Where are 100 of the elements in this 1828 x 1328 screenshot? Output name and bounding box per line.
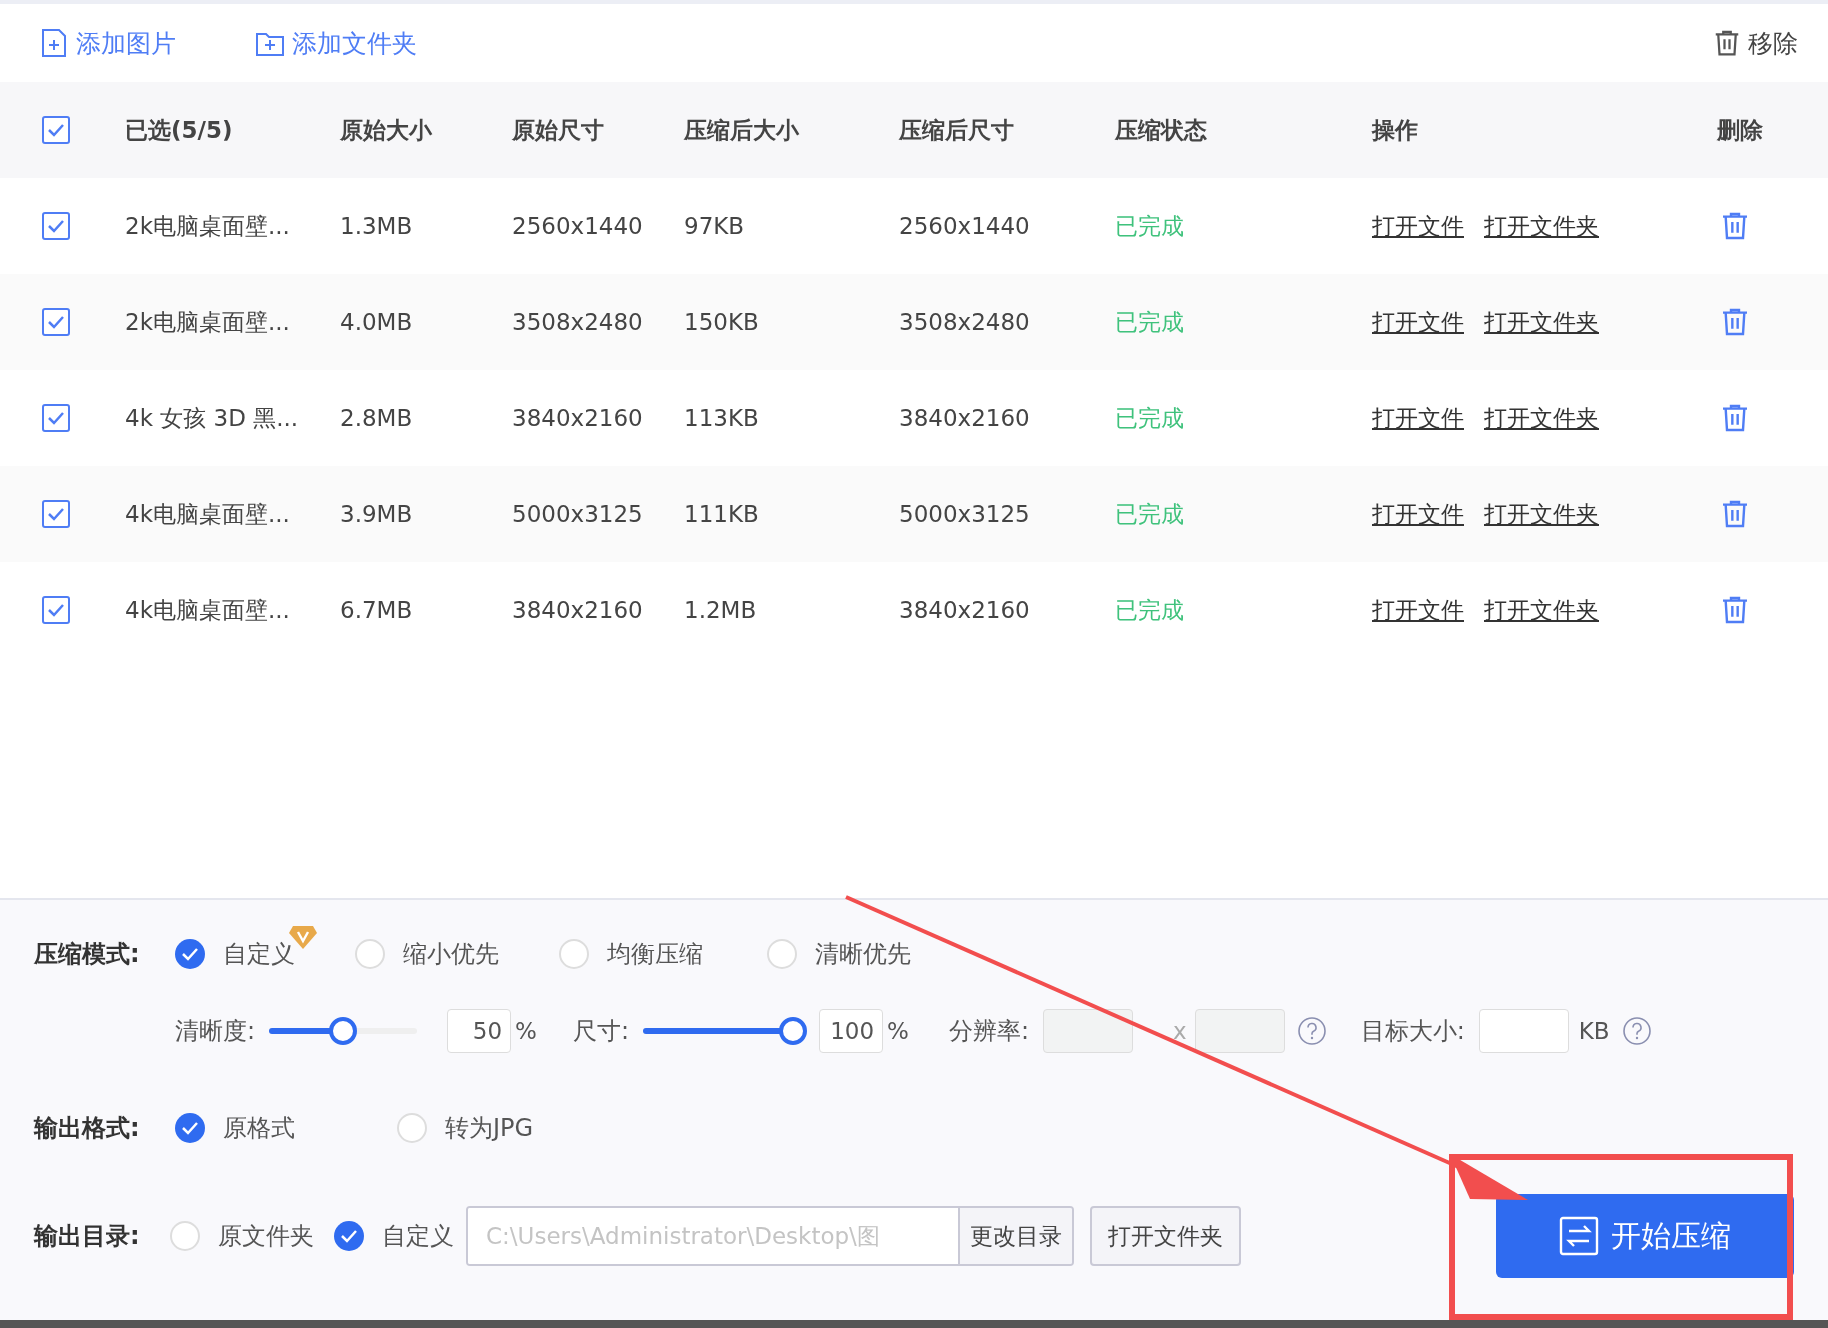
action-link[interactable]: 打开文件 <box>1372 306 1464 338</box>
column-header: 已选(5/5) <box>125 115 234 145</box>
field-label: 尺寸: <box>572 1016 630 1047</box>
column-header: 删除 <box>1717 115 1764 145</box>
table-cell-text: 3840x2160 <box>512 405 644 431</box>
radio-button[interactable] <box>175 1113 205 1143</box>
file-name: 4k 女孩 3D 黑... <box>125 403 300 433</box>
check-mark-icon <box>47 411 65 425</box>
slider-thumb[interactable] <box>779 1017 808 1045</box>
help-icon[interactable] <box>1296 1016 1327 1046</box>
check-mark-icon <box>47 603 65 617</box>
change-directory-button[interactable]: 更改目录 <box>958 1208 1072 1264</box>
unit-label: KB <box>1578 1018 1610 1044</box>
column-header: 原始尺寸 <box>512 115 605 145</box>
column-header: 压缩后大小 <box>684 115 800 145</box>
radio-button[interactable] <box>175 939 205 969</box>
table-cell-text: 5000x3125 <box>899 501 1031 527</box>
table-cell-text: 3.9MB <box>340 501 414 527</box>
option-label: 清晰优先 <box>815 939 911 970</box>
radio-button[interactable] <box>334 1221 364 1251</box>
check-mark-icon <box>47 507 65 521</box>
file-name: 4k电脑桌面壁... <box>125 499 291 529</box>
option-label: 均衡压缩 <box>607 939 703 970</box>
action-link[interactable]: 打开文件 <box>1372 498 1464 530</box>
select-all-checkbox[interactable] <box>42 116 70 144</box>
table-cell-text: 1.2MB <box>684 597 758 623</box>
table-cell-text: 2.8MB <box>340 405 414 431</box>
open-folder-button[interactable]: 打开文件夹 <box>1090 1206 1241 1266</box>
slider-thumb[interactable] <box>329 1017 358 1045</box>
status-text: 已完成 <box>1115 499 1185 529</box>
action-link[interactable]: 打开文件 <box>1372 402 1464 434</box>
number-field[interactable]: 50 <box>447 1009 512 1053</box>
check-mark-icon <box>47 315 65 329</box>
status-text: 已完成 <box>1115 307 1185 337</box>
target-size-field[interactable] <box>1478 1009 1569 1053</box>
check-mark-icon <box>47 123 65 137</box>
file-name: 4k电脑桌面壁... <box>125 595 291 625</box>
help-icon[interactable] <box>1621 1016 1652 1046</box>
table-cell-text: 97KB <box>684 213 746 239</box>
table-cell-text: 4.0MB <box>340 309 414 335</box>
radio-button[interactable] <box>559 939 589 969</box>
option-label: 缩小优先 <box>403 939 499 970</box>
add-image-button[interactable]: 添加图片 <box>38 26 176 60</box>
radio-button[interactable] <box>397 1113 427 1143</box>
number-field[interactable]: 100 <box>819 1009 884 1053</box>
table-cell-text: 111KB <box>684 501 760 527</box>
table-cell-text: 3840x2160 <box>899 405 1031 431</box>
start-compress-button[interactable]: 开始压缩 <box>1496 1194 1794 1278</box>
table-cell-text: 113KB <box>684 405 760 431</box>
output-path-field[interactable]: C:\Users\Administrator\Desktop\图 更改目录 <box>466 1206 1074 1266</box>
action-link[interactable]: 打开文件夹 <box>1484 594 1599 626</box>
field-label: 清晰度: <box>175 1016 256 1047</box>
field-label: 输出格式: <box>34 1113 141 1144</box>
status-text: 已完成 <box>1115 595 1185 625</box>
radio-button[interactable] <box>767 939 797 969</box>
radio-button[interactable] <box>355 939 385 969</box>
unit-label: % <box>887 1018 909 1044</box>
table-cell-text: 2560x1440 <box>899 213 1031 239</box>
status-text: 已完成 <box>1115 403 1185 433</box>
row-checkbox[interactable] <box>42 404 70 432</box>
file-name: 2k电脑桌面壁... <box>125 211 291 241</box>
column-header: 压缩后尺寸 <box>899 115 1015 145</box>
row-checkbox[interactable] <box>42 212 70 240</box>
column-header: 操作 <box>1372 115 1419 145</box>
separator-label: x <box>1173 1018 1187 1044</box>
table-cell-text: 1.3MB <box>340 213 414 239</box>
action-link[interactable]: 打开文件夹 <box>1484 498 1599 530</box>
table-cell-text: 2560x1440 <box>512 213 644 239</box>
option-label: 原格式 <box>223 1113 295 1144</box>
table-cell-text: 150KB <box>684 309 760 335</box>
check-mark-icon <box>340 1229 358 1243</box>
field-label: 压缩模式: <box>34 939 141 970</box>
remove-button[interactable]: 移除 <box>1712 26 1798 60</box>
table-cell-text: 3508x2480 <box>512 309 644 335</box>
check-mark-icon <box>47 219 65 233</box>
check-mark-icon <box>181 947 199 961</box>
action-link[interactable]: 打开文件夹 <box>1484 306 1599 338</box>
action-link[interactable]: 打开文件 <box>1372 594 1464 626</box>
field-label: 分辨率: <box>948 1016 1029 1047</box>
option-label: 自定义 <box>382 1221 454 1252</box>
field-label: 目标大小: <box>1360 1016 1465 1047</box>
swap-icon <box>1559 1216 1599 1256</box>
row-checkbox[interactable] <box>42 308 70 336</box>
height-field[interactable] <box>1194 1009 1285 1053</box>
row-checkbox[interactable] <box>42 596 70 624</box>
radio-button[interactable] <box>170 1221 200 1251</box>
add-folder-button[interactable]: 添加文件夹 <box>254 26 417 60</box>
table-cell-text: 3840x2160 <box>512 597 644 623</box>
column-header: 压缩状态 <box>1115 115 1208 145</box>
status-text: 已完成 <box>1115 211 1185 241</box>
table-cell-text: 3840x2160 <box>899 597 1031 623</box>
unit-label: % <box>515 1018 537 1044</box>
action-link[interactable]: 打开文件夹 <box>1484 402 1599 434</box>
action-link[interactable]: 打开文件 <box>1372 210 1464 242</box>
table-cell-text: 3508x2480 <box>899 309 1031 335</box>
row-checkbox[interactable] <box>42 500 70 528</box>
option-label: 原文件夹 <box>218 1221 314 1252</box>
check-mark-icon <box>181 1121 199 1135</box>
action-link[interactable]: 打开文件夹 <box>1484 210 1599 242</box>
option-label: 自定义 <box>223 939 295 970</box>
